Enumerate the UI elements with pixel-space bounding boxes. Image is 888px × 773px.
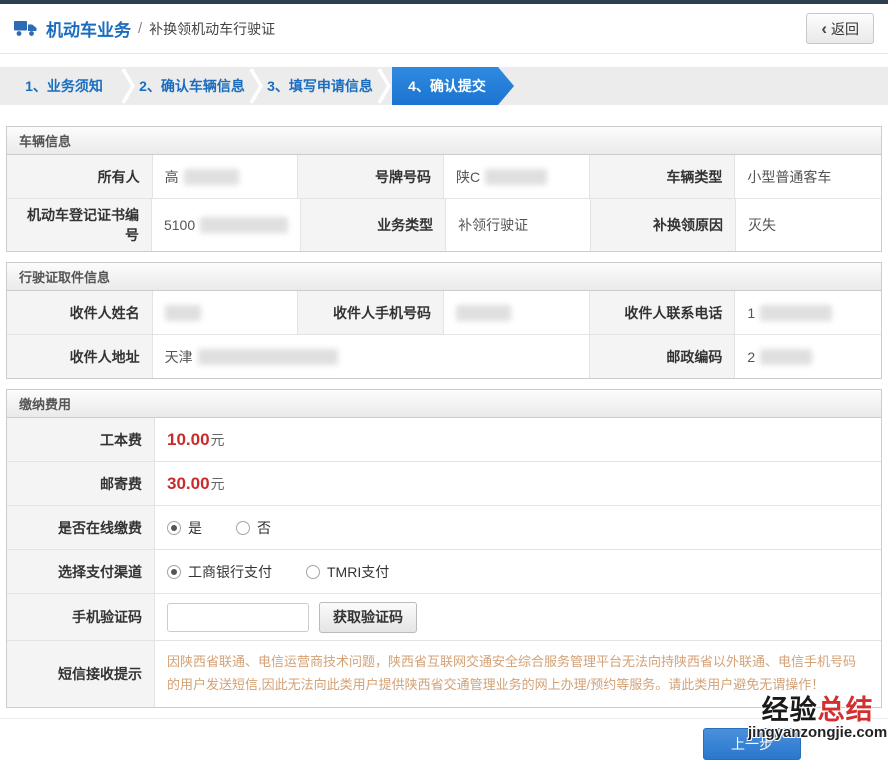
recipient-mobile-label: 收件人手机号码 [298,291,444,334]
recipient-phone-value: 1 [735,291,881,334]
chevron-right-separator-icon [376,67,392,105]
redacted-blur [183,168,239,185]
pay-channel-label: 选择支付渠道 [7,550,155,593]
redacted-blur [164,304,201,321]
owner-label: 所有人 [7,155,153,198]
postage-fee-value: 30.00 元 [155,462,881,505]
radio-checked-icon[interactable] [167,564,181,579]
radio-unchecked-icon[interactable] [236,520,250,535]
plate-number-value: 陕C [444,155,590,198]
recipient-mobile-value [444,291,590,334]
table-row: 收件人地址 天津 邮政编码 2 [7,335,881,378]
pickup-info-section: 行驶证取件信息 收件人姓名 收件人手机号码 收件人联系电话 1 收件人地址 天津… [6,262,882,379]
tab-step-4-active[interactable]: 4、确认提交 [392,67,514,105]
tab-step-2[interactable]: 2、确认车辆信息 [136,67,248,105]
redacted-blur [197,348,338,365]
watermark-domain: jingyanzongjie.com [748,724,888,741]
table-row: 是否在线缴费 是 否 [7,506,881,550]
sms-code-label: 手机验证码 [7,594,155,640]
step-tabbar: 1、业务须知 2、确认车辆信息 3、填写申请信息 4、确认提交 [0,67,888,105]
sms-notice-label: 短信接收提示 [7,641,155,707]
chevron-right-separator-icon [120,67,136,105]
breadcrumb-current: 补换领机动车行驶证 [149,20,276,37]
tab-step-1[interactable]: 1、业务须知 [8,67,120,105]
business-type-value: 补领行驶证 [446,199,592,251]
reg-cert-value: 5100 [151,199,302,251]
table-row: 机动车登记证书编号 5100 业务类型 补领行驶证 补换领原因 灭失 [7,199,881,251]
pay-channel-options: 工商银行支付 TMRI支付 [155,550,881,593]
vehicle-type-label: 车辆类型 [589,155,736,198]
postcode-label: 邮政编码 [589,335,736,378]
page-header: 机动车业务 / 补换领机动车行驶证 ‹ 返回 [0,4,888,54]
radio-checked-icon[interactable] [167,520,181,535]
redacted-blur [200,217,289,233]
table-row: 邮寄费 30.00 元 [7,462,881,506]
table-row: 手机验证码 获取验证码 [7,594,881,641]
truck-icon [14,20,38,37]
site-watermark: 经验总结 jingyanzongjie.com [748,695,888,741]
get-code-button[interactable]: 获取验证码 [319,601,417,633]
sms-code-input[interactable] [167,602,309,632]
sms-code-field-row: 获取验证码 [155,594,881,640]
vehicle-info-section: 车辆信息 所有人 高 号牌号码 陕C 车辆类型 小型普通客车 机动车登记证书编号… [6,126,882,252]
radio-option-tmri[interactable]: TMRI支付 [306,562,389,582]
recipient-address-value: 天津 [152,335,590,378]
pickup-info-title: 行驶证取件信息 [7,263,881,291]
watermark-text: 经验总结 [761,695,874,725]
table-row: 选择支付渠道 工商银行支付 TMRI支付 [7,550,881,594]
table-row: 工本费 10.00 元 [7,418,881,462]
business-type-label: 业务类型 [301,199,447,251]
radio-option-icbc[interactable]: 工商银行支付 [167,562,272,582]
back-button-label: 返回 [831,20,859,37]
payment-title: 缴纳费用 [7,390,881,418]
plate-number-label: 号牌号码 [298,155,444,198]
cost-fee-label: 工本费 [7,418,155,461]
online-pay-options: 是 否 [155,506,881,549]
online-pay-label: 是否在线缴费 [7,506,155,549]
replace-reason-label: 补换领原因 [591,199,737,251]
postcode-value: 2 [735,335,881,378]
cost-fee-value: 10.00 元 [155,418,881,461]
payment-section: 缴纳费用 工本费 10.00 元 邮寄费 30.00 元 是否在线缴费 是 否 … [6,389,882,708]
chevron-left-icon: ‹ [821,19,827,38]
vehicle-type-value: 小型普通客车 [735,155,881,198]
redacted-blur [485,168,548,185]
radio-unchecked-icon[interactable] [306,564,320,579]
radio-option-yes[interactable]: 是 [167,518,202,538]
page-title: 机动车业务 [46,21,131,40]
postage-fee-label: 邮寄费 [7,462,155,505]
tab-step-3[interactable]: 3、填写申请信息 [264,67,376,105]
redacted-blur [760,348,813,365]
recipient-phone-label: 收件人联系电话 [589,291,736,334]
table-row: 收件人姓名 收件人手机号码 收件人联系电话 1 [7,291,881,335]
owner-value: 高 [152,155,299,198]
redacted-blur [456,304,511,321]
recipient-name-value [152,291,299,334]
vehicle-info-title: 车辆信息 [7,127,881,155]
reg-cert-label: 机动车登记证书编号 [7,199,152,251]
replace-reason-value: 灭失 [736,199,881,251]
breadcrumb-separator: / [138,20,143,37]
redacted-blur [760,304,833,321]
recipient-name-label: 收件人姓名 [7,291,153,334]
radio-option-no[interactable]: 否 [236,518,271,538]
chevron-right-separator-icon [248,67,264,105]
main-content: 车辆信息 所有人 高 号牌号码 陕C 车辆类型 小型普通客车 机动车登记证书编号… [6,126,882,708]
table-row: 所有人 高 号牌号码 陕C 车辆类型 小型普通客车 [7,155,881,199]
recipient-address-label: 收件人地址 [7,335,153,378]
back-button[interactable]: ‹ 返回 [806,13,874,44]
